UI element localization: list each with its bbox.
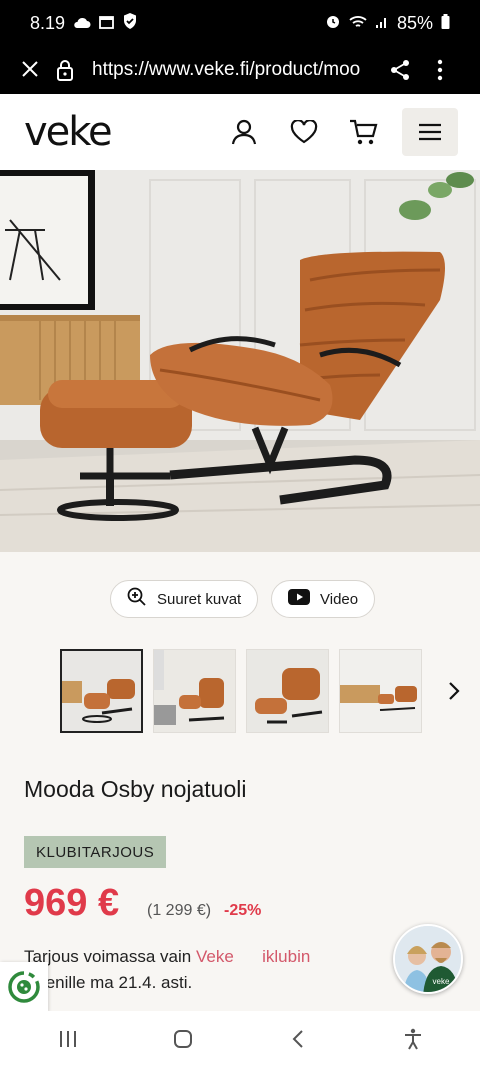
offer-note: Tarjous voimassa vain Veke iklubin jäsen… (24, 944, 364, 996)
back-icon[interactable] (268, 1029, 328, 1049)
thumbnail-strip (60, 649, 422, 733)
thumbnail-3[interactable] (246, 649, 329, 733)
wifi-icon (349, 13, 367, 34)
menu-icon (419, 123, 441, 141)
recents-icon[interactable] (38, 1030, 98, 1048)
status-bar: 8.19 85% (0, 0, 480, 46)
veke-club-link[interactable]: Veke iklubin (196, 947, 310, 966)
browser-toolbar: https://www.veke.fi/product/moo (0, 46, 480, 94)
system-navigation-bar (0, 1011, 480, 1067)
heart-icon[interactable] (274, 120, 334, 144)
battery-icon (441, 13, 450, 34)
cart-icon[interactable] (334, 118, 394, 146)
accessibility-icon[interactable] (383, 1028, 443, 1050)
share-icon[interactable] (380, 59, 420, 81)
thumbnail-4[interactable] (339, 649, 422, 733)
site-header: veke (0, 94, 480, 170)
zoom-icon (127, 587, 147, 611)
cloud-icon (73, 13, 91, 34)
offer-prefix: Tarjous voimassa vain (24, 947, 196, 966)
product-title: Mooda Osby nojatuoli (24, 776, 247, 802)
large-images-label: Suuret kuvat (157, 590, 242, 608)
thumbnail-2[interactable] (153, 649, 236, 733)
video-label: Video (320, 590, 359, 608)
menu-button[interactable] (402, 108, 458, 156)
thumbnail-1[interactable] (60, 649, 143, 733)
signal-icon (375, 13, 389, 34)
club-offer-badge: KLUBITARJOUS (24, 836, 167, 868)
close-icon[interactable] (20, 57, 56, 83)
calendar-icon (99, 13, 114, 34)
url-field[interactable]: https://www.veke.fi/product/moo (92, 59, 380, 81)
large-images-button[interactable]: Suuret kuvat (110, 580, 259, 618)
status-time: 8.19 (30, 12, 66, 33)
chevron-right-icon[interactable] (444, 676, 464, 706)
cookie-icon (8, 971, 40, 1003)
video-button[interactable]: Video (271, 580, 376, 618)
discount-badge: -25% (224, 902, 262, 919)
chat-avatar-button[interactable]: veke (393, 924, 463, 994)
alarm-icon (325, 13, 341, 34)
product-main-image[interactable] (0, 170, 480, 552)
video-icon (288, 589, 310, 609)
user-icon[interactable] (214, 118, 274, 146)
shield-check-icon (122, 12, 138, 35)
veke-logo[interactable]: veke (24, 109, 214, 155)
more-icon[interactable] (420, 59, 460, 81)
cookie-settings-button[interactable] (0, 962, 48, 1012)
old-price: (1 299 €) (147, 902, 212, 919)
battery-text: 85% (396, 12, 433, 33)
lock-icon[interactable] (56, 59, 86, 81)
product-price: 969 € (24, 882, 120, 924)
chat-shirt-text: veke (433, 977, 450, 986)
home-icon[interactable] (153, 1029, 213, 1049)
offer-suffix: jäsenille ma 21.4. asti. (24, 973, 193, 992)
